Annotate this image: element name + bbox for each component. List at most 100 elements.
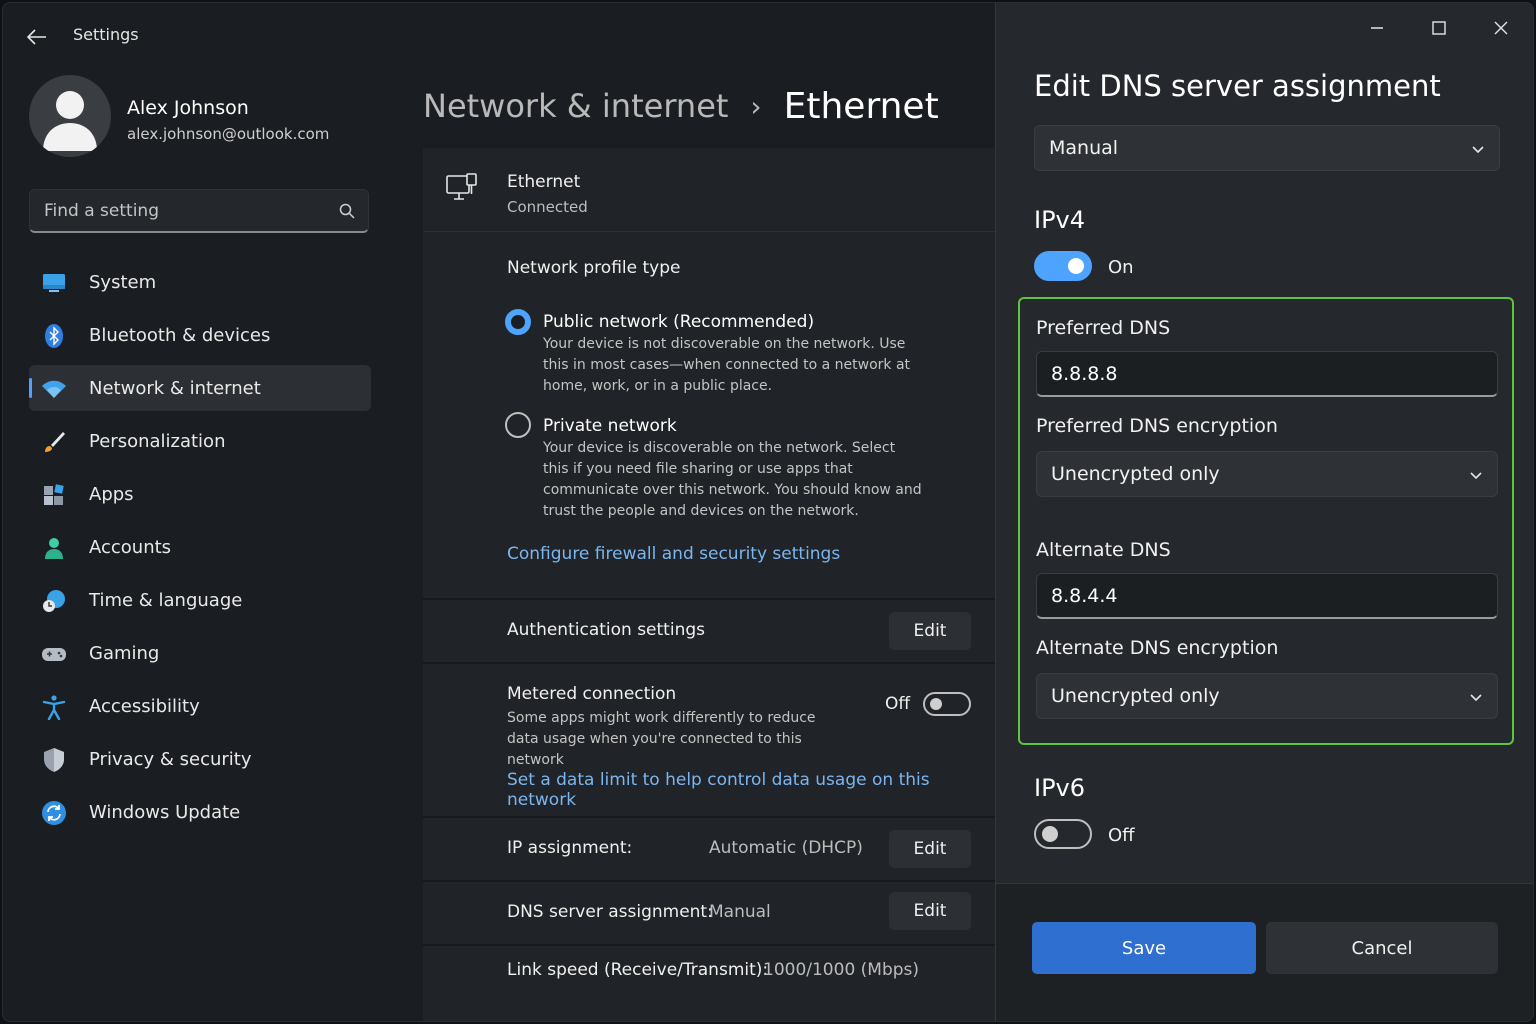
preferred-encryption-label: Preferred DNS encryption: [1036, 415, 1278, 437]
sidebar-item-label: Apps: [89, 483, 134, 505]
page-title: Ethernet: [783, 85, 939, 127]
dns-assignment-label: DNS server assignment:: [507, 902, 713, 922]
alternate-encryption-value: Unencrypted only: [1051, 685, 1220, 707]
sidebar-item-personalization[interactable]: Personalization: [29, 418, 371, 464]
sidebar-item-network[interactable]: Network & internet: [29, 365, 371, 411]
sidebar-item-label: Windows Update: [89, 801, 241, 823]
auth-edit-button[interactable]: Edit: [889, 612, 971, 650]
preferred-dns-input[interactable]: 8.8.8.8: [1036, 351, 1498, 397]
link-speed-row: Link speed (Receive/Transmit): 1000/1000…: [423, 948, 995, 1008]
metered-toggle[interactable]: [923, 692, 971, 716]
user-email: alex.johnson@outlook.com: [127, 125, 330, 143]
user-name: Alex Johnson: [127, 97, 249, 119]
dns-mode-dropdown[interactable]: Manual: [1034, 125, 1500, 171]
public-network-title: Public network (Recommended): [543, 312, 815, 332]
sidebar-item-gaming[interactable]: Gaming: [29, 630, 371, 676]
preferred-encryption-value: Unencrypted only: [1051, 463, 1220, 485]
sidebar-item-bluetooth[interactable]: Bluetooth & devices: [29, 312, 371, 358]
sidebar-item-time-language[interactable]: Time & language: [29, 577, 371, 623]
dialog-title: Edit DNS server assignment: [1034, 69, 1441, 103]
back-button[interactable]: [23, 23, 51, 51]
minimize-button[interactable]: [1362, 13, 1392, 43]
preferred-encryption-dropdown[interactable]: Unencrypted only: [1036, 451, 1498, 497]
link-speed-label: Link speed (Receive/Transmit):: [507, 960, 769, 980]
private-network-title: Private network: [543, 416, 677, 436]
title-bar: Settings: [3, 3, 993, 67]
search-placeholder: Find a setting: [44, 201, 159, 221]
close-icon: [1494, 21, 1508, 35]
public-network-radio[interactable]: [505, 309, 531, 335]
save-button[interactable]: Save: [1032, 922, 1256, 974]
ethernet-icon: [446, 173, 477, 200]
link-speed-value: 1000/1000 (Mbps): [763, 960, 920, 980]
brush-icon: [45, 432, 65, 452]
search-input[interactable]: Find a setting: [29, 189, 369, 233]
alternate-encryption-label: Alternate DNS encryption: [1036, 637, 1279, 659]
ip-assignment-row: IP assignment: Automatic (DHCP) Edit: [423, 820, 995, 882]
breadcrumb-parent[interactable]: Network & internet: [423, 87, 728, 125]
dns-assignment-row: DNS server assignment: Manual Edit: [423, 884, 995, 946]
breadcrumb-separator: ›: [750, 89, 762, 123]
chevron-down-icon: [1470, 694, 1482, 702]
ip-assignment-label: IP assignment:: [507, 838, 633, 858]
app-title: Settings: [73, 25, 139, 44]
alternate-dns-value: 8.8.4.4: [1051, 585, 1118, 607]
maximize-button[interactable]: [1424, 13, 1454, 43]
sidebar-item-label: Bluetooth & devices: [89, 324, 271, 346]
sidebar-item-label: Accessibility: [89, 695, 200, 717]
dns-edit-button[interactable]: Edit: [889, 892, 971, 930]
preferred-dns-value: 8.8.8.8: [1051, 363, 1118, 385]
sidebar-item-label: Privacy & security: [89, 748, 252, 770]
private-network-radio[interactable]: [505, 412, 531, 438]
sidebar-item-system[interactable]: System: [29, 259, 371, 305]
cancel-button[interactable]: Cancel: [1266, 922, 1498, 974]
network-profile-title: Network profile type: [507, 258, 681, 278]
sidebar-item-label: Personalization: [89, 430, 226, 452]
sidebar-item-windows-update[interactable]: Windows Update: [29, 789, 371, 835]
alternate-dns-input[interactable]: 8.8.4.4: [1036, 573, 1498, 619]
ip-assignment-value: Automatic (DHCP): [709, 838, 863, 858]
accessibility-icon: [42, 695, 66, 720]
private-network-desc: Your device is discoverable on the netwo…: [543, 440, 922, 519]
sidebar-item-label: System: [89, 271, 157, 293]
dns-assignment-value: Manual: [709, 902, 771, 922]
person-icon: [45, 538, 63, 559]
globe-clock-icon: [43, 590, 65, 612]
auth-settings-row: Authentication settings Edit: [423, 602, 995, 664]
avatar: [29, 75, 111, 157]
data-limit-link[interactable]: Set a data limit to help control data us…: [507, 770, 995, 810]
sidebar-item-apps[interactable]: Apps: [29, 471, 371, 517]
ipv6-heading: IPv6: [1034, 774, 1086, 802]
dialog-footer: Save Cancel: [996, 883, 1533, 1021]
chevron-down-icon: [1470, 472, 1482, 480]
metered-desc: Some apps might work differently to redu…: [507, 710, 816, 768]
metered-state: Off: [885, 694, 911, 714]
close-button[interactable]: [1486, 13, 1516, 43]
ethernet-title: Ethernet: [507, 172, 581, 192]
ethernet-status: Connected: [507, 198, 588, 216]
refresh-icon: [42, 801, 66, 825]
ip-edit-button[interactable]: Edit: [889, 830, 971, 868]
ipv6-toggle[interactable]: [1034, 819, 1092, 849]
ethernet-panel: Ethernet Connected Network profile type …: [423, 148, 995, 1021]
firewall-settings-link[interactable]: Configure firewall and security settings: [507, 544, 840, 564]
auth-settings-label: Authentication settings: [507, 620, 705, 640]
user-profile[interactable]: Alex Johnson alex.johnson@outlook.com: [29, 75, 389, 161]
ipv4-state: On: [1108, 257, 1134, 278]
network-profile-section: Network profile type Public network (Rec…: [423, 234, 995, 600]
minimize-icon: [1371, 27, 1383, 29]
dns-mode-value: Manual: [1049, 137, 1119, 159]
sidebar-item-accessibility[interactable]: Accessibility: [29, 683, 371, 729]
alternate-encryption-dropdown[interactable]: Unencrypted only: [1036, 673, 1498, 719]
sidebar-item-accounts[interactable]: Accounts: [29, 524, 371, 570]
metered-connection-row: Metered connection Some apps might work …: [423, 666, 995, 818]
sidebar-item-label: Time & language: [89, 589, 243, 611]
back-arrow-icon: [27, 29, 46, 45]
maximize-icon: [1432, 21, 1446, 35]
metered-label: Metered connection: [507, 684, 677, 704]
person-avatar-icon: [43, 91, 97, 151]
wifi-icon: [42, 380, 66, 398]
public-network-desc: Your device is not discoverable on the n…: [543, 336, 911, 394]
sidebar-item-privacy[interactable]: Privacy & security: [29, 736, 371, 782]
ipv4-toggle[interactable]: [1034, 251, 1092, 281]
